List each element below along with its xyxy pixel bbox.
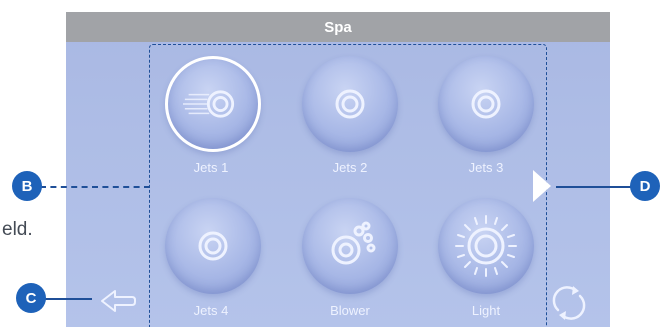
callout-b-line <box>40 186 150 188</box>
callout-c-marker: C <box>16 283 46 313</box>
jets-3-label: Jets 3 <box>468 160 504 175</box>
callout-b-marker: B <box>12 171 42 201</box>
jet-icon <box>471 89 501 119</box>
screen-title: Spa <box>66 12 610 42</box>
refresh-icon[interactable] <box>546 280 592 326</box>
spa-control-screen: Spa Jets 1 Jets 2 Jets 3 Jets 4 Blower L… <box>66 12 610 327</box>
callout-d-marker: D <box>630 171 660 201</box>
jets-4-button[interactable] <box>165 198 261 294</box>
callout-d-line <box>556 186 640 188</box>
callout-d-letter: D <box>639 177 651 195</box>
jets-1-button[interactable] <box>165 56 261 152</box>
back-arrow-icon[interactable] <box>98 286 138 316</box>
jet-icon <box>198 231 228 261</box>
light-icon <box>455 215 517 277</box>
play-arrow-icon[interactable] <box>531 166 553 206</box>
light-button[interactable] <box>438 198 534 294</box>
cropped-text: eld. <box>2 219 33 240</box>
blower-label: Blower <box>330 303 370 318</box>
callout-c-line <box>44 298 92 300</box>
light-label: Light <box>471 303 501 318</box>
jets-2-label: Jets 2 <box>332 160 368 175</box>
jet-icon <box>335 89 365 119</box>
blower-icon <box>331 221 376 265</box>
jets-4-label: Jets 4 <box>193 303 229 318</box>
jets-3-button[interactable] <box>438 56 534 152</box>
jets-2-button[interactable] <box>302 56 398 152</box>
jets-1-label: Jets 1 <box>193 160 229 175</box>
callout-c-letter: C <box>25 289 37 307</box>
blower-button[interactable] <box>302 198 398 294</box>
callout-b-letter: B <box>21 177 33 195</box>
jet-icon <box>183 90 235 118</box>
